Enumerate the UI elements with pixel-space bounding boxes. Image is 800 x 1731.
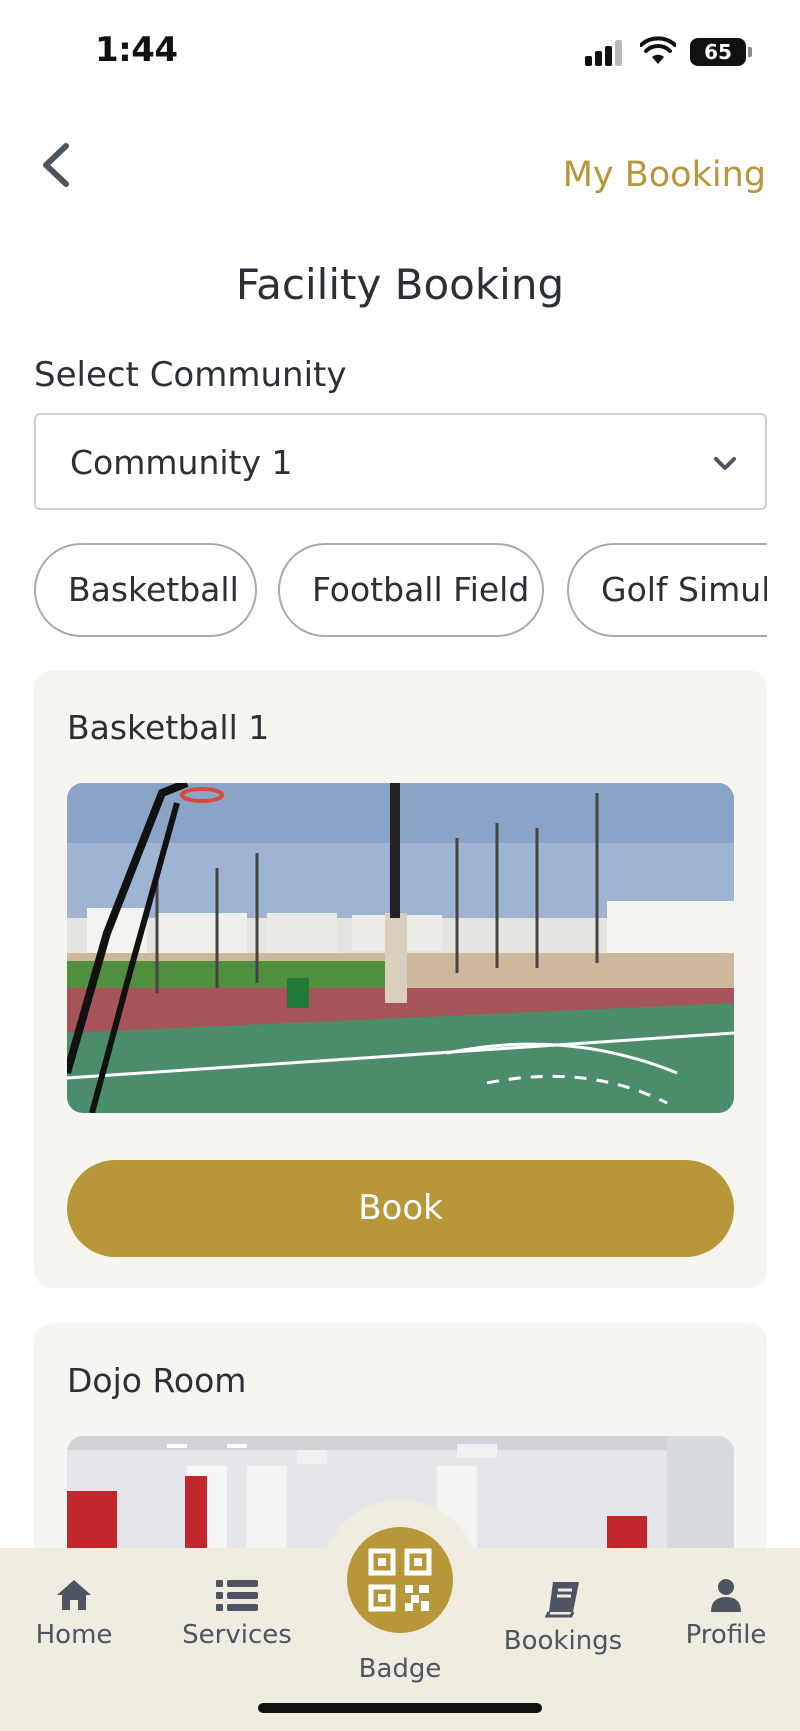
battery-icon: 65 xyxy=(690,38,746,66)
select-community-label: Select Community xyxy=(34,355,347,395)
my-booking-link[interactable]: My Booking xyxy=(563,155,766,195)
chip-golf-simulator[interactable]: Golf Simulator xyxy=(567,543,767,637)
signal-icon xyxy=(585,40,625,66)
community-dropdown[interactable]: Community 1 xyxy=(34,413,767,510)
nav-profile-label: Profile xyxy=(685,1620,767,1650)
nav-bookings[interactable]: Bookings xyxy=(500,1580,626,1656)
nav-badge[interactable]: Badge xyxy=(350,1650,450,1684)
wifi-icon xyxy=(640,36,676,64)
book-icon xyxy=(544,1582,579,1618)
user-icon xyxy=(711,1579,741,1612)
nav-home-label: Home xyxy=(35,1620,113,1650)
list-icon xyxy=(216,1580,258,1611)
book-button[interactable]: Book xyxy=(67,1160,734,1257)
battery-cap xyxy=(748,47,752,57)
page-title: Facility Booking xyxy=(235,260,565,309)
nav-home[interactable]: Home xyxy=(30,1578,118,1650)
back-chevron-icon[interactable] xyxy=(36,140,76,190)
nav-profile[interactable]: Profile xyxy=(680,1578,772,1650)
status-bar: 1:44 65 xyxy=(0,0,800,100)
nav-badge-label: Badge xyxy=(358,1654,442,1684)
chevron-down-icon xyxy=(714,457,736,470)
facility-photo-basketball xyxy=(67,783,734,1113)
home-indicator xyxy=(258,1703,542,1713)
facility-card: Basketball 1 Book xyxy=(34,670,767,1288)
qr-code-icon xyxy=(368,1548,432,1612)
nav-bookings-label: Bookings xyxy=(503,1626,623,1656)
badge-button[interactable] xyxy=(347,1527,453,1633)
chip-football-field[interactable]: Football Field xyxy=(278,543,544,637)
facility-name: Dojo Room xyxy=(67,1361,247,1400)
home-icon xyxy=(57,1580,91,1610)
category-chip-row[interactable]: Basketball Football Field Golf Simulator xyxy=(34,543,767,638)
chip-basketball[interactable]: Basketball xyxy=(34,543,257,637)
nav-services-label: Services xyxy=(182,1620,292,1650)
status-time: 1:44 xyxy=(95,30,178,70)
facility-name: Basketball 1 xyxy=(67,708,270,747)
nav-services[interactable]: Services xyxy=(182,1578,292,1650)
community-dropdown-value: Community 1 xyxy=(70,443,293,482)
